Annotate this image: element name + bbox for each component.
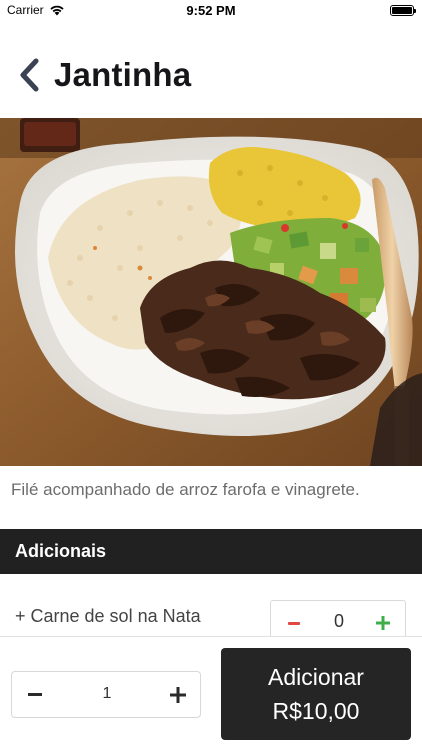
chevron-left-icon [20,58,39,92]
battery-icon [390,5,416,16]
quantity-value: 1 [102,685,112,702]
minus-icon [287,621,300,625]
plus-icon [169,686,186,703]
quantity-stepper: 1 [11,671,201,718]
add-button-price: R$10,00 [272,698,360,724]
status-bar: Carrier 9:52 PM [0,0,422,22]
section-title: Adicionais [15,541,107,561]
page-title: Jantinha [54,56,192,93]
add-to-order-button[interactable]: Adicionar R$10,00 [221,648,411,740]
addon-row: + Carne de sol na Nata 0 [0,596,422,646]
minus-icon [27,693,42,696]
dish-photo [0,118,422,466]
plus-icon [375,616,390,630]
dish-image [0,118,422,466]
addon-label: + Carne de sol na Nata [15,606,201,626]
addons-section-header: Adicionais [0,529,422,574]
increment-button[interactable] [155,672,200,717]
dish-description: Filé acompanhado de arroz farofa e vinag… [11,480,360,499]
bottom-bar: 1 Adicionar R$10,00 [0,636,422,750]
addon-quantity-value: 0 [333,611,344,631]
status-time: 9:52 PM [186,3,236,18]
add-button-label: Adicionar [268,664,364,690]
back-button[interactable] [4,50,54,100]
decrement-button[interactable] [12,672,57,717]
header: Jantinha [0,50,422,100]
